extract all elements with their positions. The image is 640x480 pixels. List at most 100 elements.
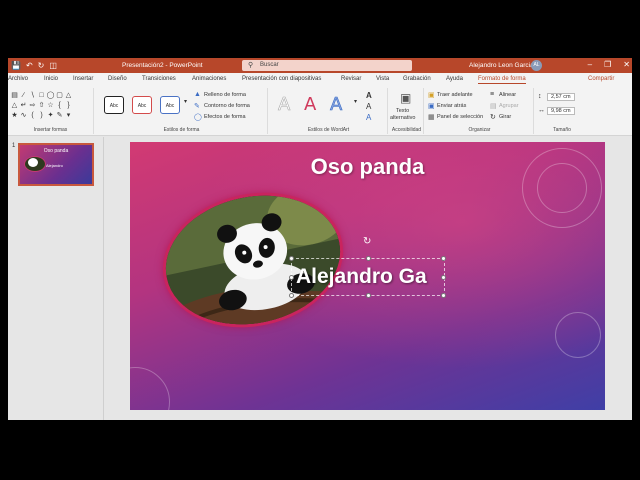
thumbnail-title: Oso panda — [43, 148, 69, 154]
tab-insertar[interactable]: Insertar — [73, 76, 93, 82]
rounded-rect-icon[interactable]: ▢ — [55, 91, 64, 101]
resize-handle-b[interactable] — [366, 293, 371, 298]
width-field[interactable]: 9,98 cm — [547, 107, 575, 115]
selection-pane-button[interactable]: Panel de selección — [437, 114, 483, 120]
wordart-more-icon[interactable]: ▾ — [354, 98, 357, 105]
rectangle-icon[interactable]: □ — [37, 91, 46, 101]
selection-pane-icon: ▦ — [428, 114, 435, 121]
wordart-preset-1[interactable]: A — [278, 94, 291, 116]
align-icon: ≡ — [490, 91, 495, 98]
brace-icon[interactable]: ) — [37, 111, 46, 121]
tab-animaciones[interactable]: Animaciones — [192, 76, 226, 82]
redo-icon[interactable]: ↻ — [38, 61, 45, 70]
user-name[interactable]: Alejandro Leon Garcia — [469, 62, 534, 69]
tab-diseno[interactable]: Diseño — [108, 76, 127, 82]
arrow-icon[interactable]: ⇨ — [28, 101, 37, 111]
avatar[interactable]: AL — [531, 60, 542, 71]
thumbnail-panda — [28, 158, 38, 167]
height-icon: ↕ — [538, 93, 542, 100]
resize-handle-t[interactable] — [366, 256, 371, 261]
shapes-gallery[interactable]: ▤ ∕ ∖ □ ◯ ▢ △ △ ↵ ⇨ ⇧ ☆ { } ★ ∿ ( ) ✦ ✎ — [10, 91, 73, 121]
tab-formato-de-forma[interactable]: Formato de forma — [478, 76, 526, 84]
alt-text-label-2: alternativo — [390, 115, 416, 121]
gallery-more-icon[interactable]: ▾ — [184, 98, 187, 105]
chevron-down-icon[interactable]: ▾ — [64, 111, 73, 121]
arrow-icon[interactable]: ⇧ — [37, 101, 46, 111]
tab-archivo[interactable]: Archivo — [8, 76, 28, 82]
rotate-icon: ↻ — [490, 114, 496, 121]
height-field[interactable]: 2,57 cm — [547, 93, 575, 101]
shape-outline-menu[interactable]: Contorno de forma — [204, 103, 250, 109]
brace-icon[interactable]: ( — [28, 111, 37, 121]
resize-handle-bl[interactable] — [289, 293, 294, 298]
star-icon[interactable]: ✦ — [46, 111, 55, 121]
brace-icon[interactable]: { — [55, 101, 64, 111]
save-icon[interactable]: 💾 — [11, 61, 21, 70]
tab-transiciones[interactable]: Transiciones — [142, 76, 176, 82]
search-box[interactable]: ⚲ Buscar — [242, 60, 412, 71]
triangle-icon[interactable]: △ — [64, 91, 73, 101]
name-textbox[interactable]: Alejandro Ga — [289, 256, 446, 298]
bring-forward-button[interactable]: Traer adelante — [437, 92, 473, 98]
wordart-preset-2[interactable]: A — [304, 94, 316, 115]
alt-text-icon[interactable]: ▣ — [400, 91, 411, 105]
oval-icon[interactable]: ◯ — [46, 91, 55, 101]
group-shape-styles: Abc Abc Abc ▾ ▲ Relleno de forma ✎ Conto… — [96, 88, 268, 134]
ribbon: ▤ ∕ ∖ □ ◯ ▢ △ △ ↵ ⇨ ⇧ ☆ { } ★ ∿ ( ) ✦ ✎ — [8, 86, 632, 136]
line-icon[interactable]: ∖ — [28, 91, 37, 101]
share-button[interactable]: Compartir — [588, 76, 614, 82]
resize-handle-tr[interactable] — [441, 256, 446, 261]
slide-thumbnail-1[interactable]: Oso panda Alejandro — [18, 143, 94, 186]
style-preset-2[interactable]: Abc — [132, 96, 152, 114]
group-button[interactable]: Agrupar — [499, 103, 519, 109]
brace-icon[interactable]: } — [64, 101, 73, 111]
text-box-icon[interactable]: ▤ — [10, 91, 19, 101]
star-icon[interactable]: ★ — [10, 111, 19, 121]
rotate-button[interactable]: Girar — [499, 114, 511, 120]
close-icon[interactable]: ✕ — [623, 60, 630, 69]
tab-revisar[interactable]: Revisar — [341, 76, 361, 82]
triangle-icon[interactable]: △ — [10, 101, 19, 111]
wordart-preset-3[interactable]: A — [330, 94, 343, 116]
organize-label: Organizar — [468, 127, 491, 133]
tab-presentacion[interactable]: Presentación con diapositivas — [242, 76, 321, 82]
text-outline-icon[interactable]: A — [366, 102, 371, 111]
tab-vista[interactable]: Vista — [376, 76, 389, 82]
shape-effects-menu[interactable]: Efectos de forma — [204, 114, 246, 120]
align-button[interactable]: Alinear — [499, 92, 516, 98]
edit-shape-icon[interactable]: ✎ — [55, 111, 64, 121]
resize-handle-l[interactable] — [289, 275, 294, 280]
star-icon[interactable]: ☆ — [46, 101, 55, 111]
group-insert-shapes: ▤ ∕ ∖ □ ◯ ▢ △ △ ↵ ⇨ ⇧ ☆ { } ★ ∿ ( ) ✦ ✎ — [8, 88, 94, 134]
send-backward-button[interactable]: Enviar atrás — [437, 103, 466, 109]
restore-icon[interactable]: ❐ — [604, 60, 611, 69]
tab-inicio[interactable]: Inicio — [44, 76, 58, 82]
minimize-icon[interactable]: – — [588, 60, 592, 69]
slide-canvas[interactable]: Oso panda Alejandro Ga ↻ — [130, 142, 605, 410]
shape-fill-menu[interactable]: Relleno de forma — [204, 92, 246, 98]
wordart-styles-label: Estilos de WordArt — [307, 127, 350, 133]
tab-grabacion[interactable]: Grabación — [403, 76, 431, 82]
name-text[interactable]: Alejandro Ga — [296, 265, 427, 289]
thumbnail-name: Alejandro — [46, 163, 63, 168]
style-preset-1[interactable]: Abc — [104, 96, 124, 114]
present-icon[interactable]: ◫ — [49, 61, 57, 70]
style-preset-3[interactable]: Abc — [160, 96, 180, 114]
group-accessibility: ▣ Texto alternativo Accesibilidad — [390, 88, 424, 134]
undo-icon[interactable]: ↶ — [26, 61, 33, 70]
tab-ayuda[interactable]: Ayuda — [446, 76, 463, 82]
document-title: Presentación2 - PowerPoint — [122, 62, 203, 69]
text-fill-icon[interactable]: A — [366, 91, 372, 100]
resize-handle-br[interactable] — [441, 293, 446, 298]
title-bar: 💾 ↶ ↻ ◫ Presentación2 - PowerPoint ⚲ Bus… — [8, 58, 632, 73]
line-icon[interactable]: ∕ — [19, 91, 28, 101]
curve-icon[interactable]: ∿ — [19, 111, 28, 121]
resize-handle-tl[interactable] — [289, 256, 294, 261]
rotate-handle-icon[interactable]: ↻ — [363, 236, 371, 247]
corner-arrow-icon[interactable]: ↵ — [19, 101, 28, 111]
bring-forward-icon: ▣ — [428, 92, 435, 99]
resize-handle-r[interactable] — [441, 275, 446, 280]
slide-title[interactable]: Oso panda — [130, 154, 605, 180]
search-icon: ⚲ — [248, 62, 254, 69]
text-effects-icon[interactable]: A — [366, 113, 371, 122]
